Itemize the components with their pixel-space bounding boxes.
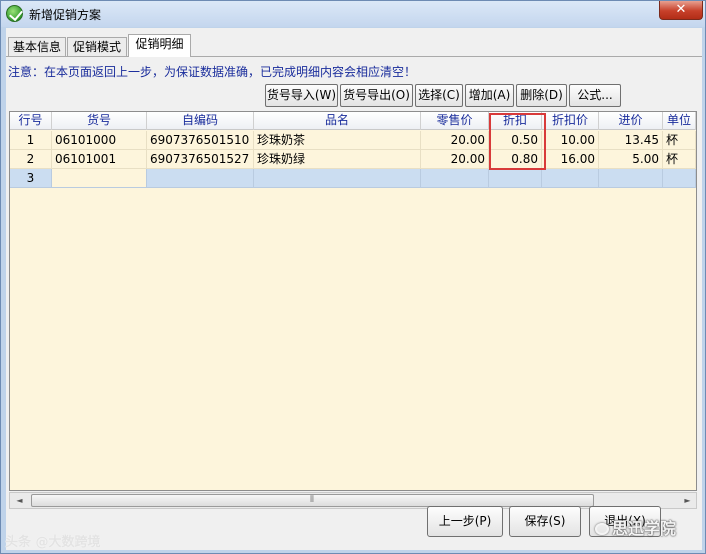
tab-promotion-mode[interactable]: 促销模式 <box>67 37 127 56</box>
cell-product-name[interactable]: 珍珠奶绿 <box>254 150 421 169</box>
cell-discount[interactable]: 0.50 <box>489 131 542 150</box>
watermark-right: 思迅学院 <box>595 515 676 539</box>
cell-retail-price[interactable]: 20.00 <box>421 131 489 150</box>
col-cost-price[interactable]: 进价 <box>599 112 663 130</box>
col-retail-price[interactable]: 零售价 <box>421 112 489 130</box>
cell-line-no: 1 <box>10 131 52 150</box>
cell-product-name[interactable]: 珍珠奶茶 <box>254 131 421 150</box>
cell-cost-price[interactable]: 5.00 <box>599 150 663 169</box>
import-item-button[interactable]: 货号导入(W) <box>265 84 338 107</box>
select-button[interactable]: 选择(C) <box>415 84 463 107</box>
detail-grid[interactable]: 行号 货号 自编码 品名 零售价 折扣 折扣价 进价 单位 1 06101000… <box>9 111 697 491</box>
table-row[interactable]: 1 06101000 6907376501510 珍珠奶茶 20.00 0.50… <box>10 131 696 150</box>
col-self-code[interactable]: 自编码 <box>147 112 254 130</box>
col-discount[interactable]: 折扣 <box>489 112 542 130</box>
col-discount-price[interactable]: 折扣价 <box>542 112 599 130</box>
save-button[interactable]: 保存(S) <box>509 506 581 537</box>
add-button[interactable]: 增加(A) <box>465 84 514 107</box>
scroll-right-icon[interactable]: ► <box>679 493 696 508</box>
cell-cost-price[interactable] <box>599 169 663 188</box>
cell-retail-price[interactable] <box>421 169 489 188</box>
cell-self-code[interactable] <box>147 169 254 188</box>
cell-unit[interactable]: 杯 <box>663 150 696 169</box>
table-row-selected[interactable]: 3 <box>10 169 696 188</box>
cell-line-no: 2 <box>10 150 52 169</box>
dialog-body: 基本信息 促销模式 促销明细 注意：在本页面返回上一步，为保证数据准确，已完成明… <box>6 28 702 550</box>
title-bar[interactable]: 新增促销方案 ✕ <box>1 1 705 27</box>
previous-step-button[interactable]: 上一步(P) <box>427 506 503 537</box>
cell-retail-price[interactable]: 20.00 <box>421 150 489 169</box>
col-unit[interactable]: 单位 <box>663 112 696 130</box>
cell-discount[interactable] <box>489 169 542 188</box>
cell-self-code[interactable]: 6907376501527 <box>147 150 254 169</box>
window-title: 新增促销方案 <box>29 8 102 22</box>
cell-discount-price[interactable] <box>542 169 599 188</box>
cell-unit[interactable]: 杯 <box>663 131 696 150</box>
cell-line-no: 3 <box>10 169 52 188</box>
cell-discount-price[interactable]: 10.00 <box>542 131 599 150</box>
notice-text: 注意：在本页面返回上一步，为保证数据准确，已完成明细内容会相应清空！ <box>8 65 417 79</box>
scroll-thumb[interactable]: ⦀ <box>31 494 594 507</box>
app-window: 新增促销方案 ✕ 基本信息 促销模式 促销明细 注意：在本页面返回上一步，为保证… <box>0 0 706 554</box>
col-product-name[interactable]: 品名 <box>254 112 421 130</box>
table-row[interactable]: 2 06101001 6907376501527 珍珠奶绿 20.00 0.80… <box>10 150 696 169</box>
tab-divider <box>6 56 702 57</box>
cell-cost-price[interactable]: 13.45 <box>599 131 663 150</box>
cell-unit[interactable] <box>663 169 696 188</box>
cell-product-name[interactable] <box>254 169 421 188</box>
cell-self-code[interactable]: 6907376501510 <box>147 131 254 150</box>
col-line-no[interactable]: 行号 <box>10 112 52 130</box>
cell-item-no-editor[interactable] <box>52 169 147 188</box>
cell-item-no[interactable]: 06101000 <box>52 131 147 150</box>
cell-discount-price[interactable]: 16.00 <box>542 150 599 169</box>
col-item-no[interactable]: 货号 <box>52 112 147 130</box>
tab-promotion-details[interactable]: 促销明细 <box>128 34 191 57</box>
tab-basic-info[interactable]: 基本信息 <box>8 37 66 56</box>
close-button[interactable]: ✕ <box>659 1 703 20</box>
cell-item-no[interactable]: 06101001 <box>52 150 147 169</box>
formula-button[interactable]: 公式... <box>569 84 621 107</box>
watermark-right-text: 思迅学院 <box>612 519 677 538</box>
delete-button[interactable]: 删除(D) <box>516 84 567 107</box>
grid-header: 行号 货号 自编码 品名 零售价 折扣 折扣价 进价 单位 <box>10 112 696 130</box>
wechat-icon <box>595 523 609 535</box>
cell-discount[interactable]: 0.80 <box>489 150 542 169</box>
watermark-left: 头条 @大数跨境 <box>5 535 101 550</box>
scroll-left-icon[interactable]: ◄ <box>11 493 28 508</box>
app-logo-icon <box>6 5 23 22</box>
export-item-button[interactable]: 货号导出(O) <box>340 84 413 107</box>
